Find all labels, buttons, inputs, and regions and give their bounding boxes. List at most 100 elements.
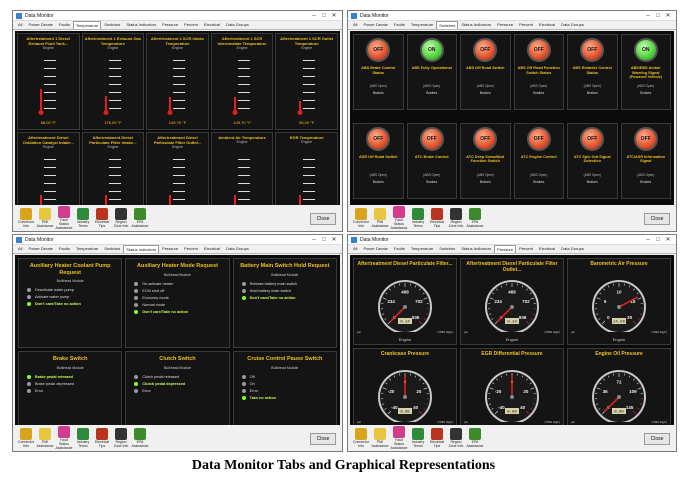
tab-electrical[interactable]: Electrical [201,20,223,29]
tab-temperature[interactable]: Temperature [73,244,101,253]
status-light-icon[interactable]: OFF [366,38,391,62]
status-light-icon[interactable]: OFF [526,126,551,151]
radio-option[interactable]: Clutch pedal released [134,374,224,379]
minimize-icon[interactable]: – [309,13,319,19]
status-light-icon[interactable]: ON [419,38,444,62]
tab-all[interactable]: All [15,244,25,253]
toolbar-epa-assistance-button[interactable]: EPA Assistance [131,428,149,448]
tab-electrical[interactable]: Electrical [536,20,558,29]
toolbar-region-zone-info-button[interactable]: Region Zone Info [112,208,130,228]
tab-data-groups[interactable]: Data Groups [558,20,587,29]
toolbar-pmi-assistance-button[interactable]: PMI Assistance [371,208,389,228]
toolbar-industry-terms-button[interactable]: Industry Terms [74,208,92,228]
radio-option[interactable]: Off [241,374,332,379]
toolbar-region-zone-info-button[interactable]: Region Zone Info [447,428,465,448]
tab-status-indicators[interactable]: Status Indicators [123,245,160,253]
toolbar-electrical-tips-button[interactable]: Electrical Tips [428,428,446,448]
tab-pressure[interactable]: Pressure [159,244,181,253]
tab-all[interactable]: All [15,20,25,29]
tab-power-derate[interactable]: Power Derate [25,20,55,29]
toolbar-epa-assistance-button[interactable]: EPA Assistance [131,208,149,228]
status-light-icon[interactable]: OFF [633,126,658,151]
tab-percent[interactable]: Percent [181,244,201,253]
radio-option[interactable]: Normal mode [134,302,224,307]
close-button[interactable]: Close [310,213,336,225]
radio-option[interactable]: De-activate heater [134,281,224,286]
tab-switches[interactable]: Switches [436,21,459,29]
toolbar-connector-info-button[interactable]: Connector Info [17,208,35,228]
tab-status-indicators[interactable]: Status Indicators [123,20,159,29]
maximize-icon[interactable]: □ [653,237,663,243]
toolbar-epa-assistance-button[interactable]: EPA Assistance [466,208,484,228]
status-light-icon[interactable]: OFF [580,126,605,151]
tab-temperature[interactable]: Temperature [72,21,102,29]
status-light-icon[interactable]: ON [633,38,658,62]
status-light-icon[interactable]: OFF [366,126,391,151]
toolbar-industry-terms-button[interactable]: Industry Terms [409,208,427,228]
tab-electrical[interactable]: Electrical [536,244,558,253]
radio-option[interactable]: Don't care/Take no action [134,309,224,314]
toolbar-fault-status-assistance-button[interactable]: Fault Status Assistance [55,206,73,230]
status-light-icon[interactable]: OFF [419,126,444,151]
tab-data-groups[interactable]: Data Groups [223,244,252,253]
toolbar-epa-assistance-button[interactable]: EPA Assistance [466,428,484,448]
radio-option[interactable]: On [241,381,332,386]
radio-option[interactable]: Deactivate water pump [27,288,117,292]
tab-power-derate[interactable]: Power Derate [360,244,390,253]
tab-faults[interactable]: Faults [391,244,408,253]
toolbar-electrical-tips-button[interactable]: Electrical Tips [428,208,446,228]
tab-pressure[interactable]: Pressure [159,20,181,29]
toolbar-electrical-tips-button[interactable]: Electrical Tips [93,428,111,448]
toolbar-fault-status-assistance-button[interactable]: Fault Status Assistance [390,426,408,450]
status-light-icon[interactable]: OFF [580,38,605,62]
toolbar-electrical-tips-button[interactable]: Electrical Tips [93,208,111,228]
radio-option[interactable]: Error [134,388,224,393]
radio-option[interactable]: Clutch pedal depressed [134,381,224,386]
close-icon[interactable]: ✕ [663,236,673,243]
toolbar-pmi-assistance-button[interactable]: PMI Assistance [36,428,54,448]
maximize-icon[interactable]: □ [319,237,329,243]
tab-temperature[interactable]: Temperature [408,244,436,253]
close-button[interactable]: Close [644,433,670,445]
toolbar-connector-info-button[interactable]: Connector Info [352,208,370,228]
tab-pressure[interactable]: Pressure [494,245,517,253]
minimize-icon[interactable]: – [643,13,653,19]
radio-option[interactable]: Don't care/Take no action [241,295,332,300]
minimize-icon[interactable]: – [643,237,653,243]
tab-temperature[interactable]: Temperature [408,20,436,29]
toolbar-region-zone-info-button[interactable]: Region Zone Info [112,428,130,448]
minimize-icon[interactable]: – [309,237,319,243]
status-light-icon[interactable]: OFF [526,38,551,62]
radio-option[interactable]: Error [27,388,117,393]
tab-percent[interactable]: Percent [181,20,201,29]
toolbar-industry-terms-button[interactable]: Industry Terms [74,428,92,448]
tab-faults[interactable]: Faults [56,244,73,253]
radio-option[interactable]: Activate water pump [27,295,117,299]
tab-status-indicators[interactable]: Status Indicators [458,244,494,253]
close-button[interactable]: Close [310,433,336,445]
status-light-icon[interactable]: OFF [473,126,498,151]
radio-option[interactable]: Don't care/Take no action [27,302,117,306]
tab-data-groups[interactable]: Data Groups [558,244,587,253]
maximize-icon[interactable]: □ [319,13,329,19]
maximize-icon[interactable]: □ [653,13,663,19]
tab-all[interactable]: All [350,244,360,253]
radio-option[interactable]: Hold battery main switch [241,288,332,293]
toolbar-region-zone-info-button[interactable]: Region Zone Info [447,208,465,228]
close-icon[interactable]: ✕ [663,12,673,19]
tab-all[interactable]: All [350,20,360,29]
tab-switches[interactable]: Switches [436,244,458,253]
tab-percent[interactable]: Percent [516,244,536,253]
tab-power-derate[interactable]: Power Derate [360,20,390,29]
toolbar-connector-info-button[interactable]: Connector Info [352,428,370,448]
radio-option[interactable]: Release battery main switch [241,281,332,286]
toolbar-fault-status-assistance-button[interactable]: Fault Status Assistance [390,206,408,230]
tab-percent[interactable]: Percent [516,20,536,29]
radio-option[interactable]: Brake pedal released [27,374,117,379]
tab-pressure[interactable]: Pressure [494,20,516,29]
radio-option[interactable]: ECM shut off [134,288,224,293]
toolbar-fault-status-assistance-button[interactable]: Fault Status Assistance [55,426,73,450]
radio-option[interactable]: Error [241,388,332,393]
tab-faults[interactable]: Faults [391,20,408,29]
radio-option[interactable]: Economy mode [134,295,224,300]
